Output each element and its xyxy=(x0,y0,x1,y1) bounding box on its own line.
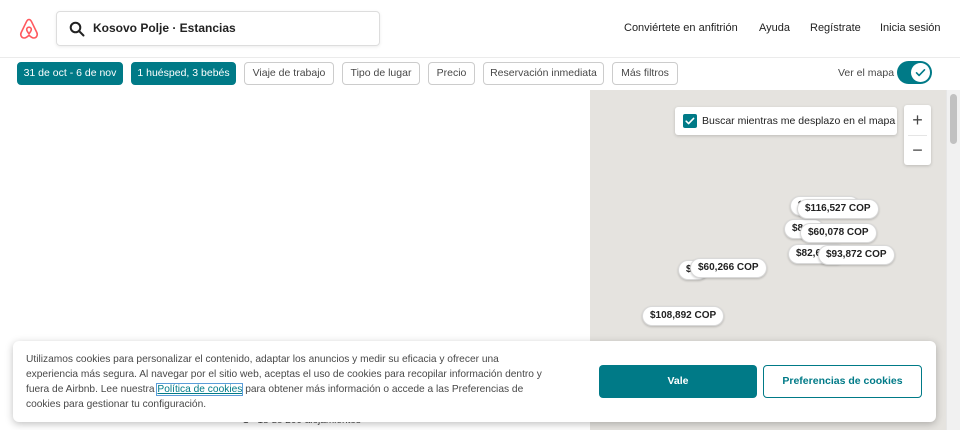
airbnb-logo-icon[interactable] xyxy=(17,17,41,41)
price-pin[interactable]: $60,266 COP xyxy=(690,258,767,278)
search-icon xyxy=(69,21,85,37)
search-as-move-checkbox[interactable] xyxy=(683,114,697,128)
cookie-banner: Utilizamos cookies para personalizar el … xyxy=(13,341,936,422)
accept-cookies-button[interactable]: Vale xyxy=(599,365,757,398)
show-map-toggle[interactable] xyxy=(897,61,932,84)
toggle-knob xyxy=(911,63,930,82)
price-filter-button[interactable]: Precio xyxy=(428,62,475,85)
show-map-label: Ver el mapa xyxy=(838,67,895,79)
price-pin[interactable]: $93,872 COP xyxy=(818,245,895,265)
map-zoom-controls: + − xyxy=(904,105,931,165)
cookie-message: Utilizamos cookies para personalizar el … xyxy=(26,352,551,412)
search-as-move-label: Buscar mientras me desplazo en el mapa xyxy=(702,115,896,127)
more-filters-button[interactable]: Más filtros xyxy=(612,62,678,85)
checkmark-icon xyxy=(915,69,926,77)
search-as-map-moves-control[interactable]: Buscar mientras me desplazo en el mapa xyxy=(675,107,897,135)
filter-bar: 31 de oct - 6 de nov 1 huésped, 3 bebés … xyxy=(0,58,960,90)
place-type-filter-button[interactable]: Tipo de lugar xyxy=(342,62,420,85)
cookie-policy-link[interactable]: Política de cookies xyxy=(156,383,244,396)
zoom-in-button[interactable]: + xyxy=(904,105,931,135)
work-trip-filter-button[interactable]: Viaje de trabajo xyxy=(244,62,334,85)
cookie-preferences-button[interactable]: Preferencias de cookies xyxy=(763,365,922,398)
search-text: Kosovo Polje · Estancias xyxy=(93,21,236,35)
location-search-input[interactable]: Kosovo Polje · Estancias xyxy=(56,11,380,46)
top-header: Kosovo Polje · Estancias Conviértete en … xyxy=(0,0,960,58)
price-pin[interactable]: $108,892 COP xyxy=(642,306,725,326)
page-scrollbar[interactable] xyxy=(946,90,960,430)
price-pin[interactable]: $60,078 COP xyxy=(800,223,877,243)
price-pin[interactable]: $116,527 COP xyxy=(797,199,879,219)
instant-book-filter-button[interactable]: Reservación inmediata xyxy=(483,62,604,85)
checkmark-icon xyxy=(685,117,695,125)
nav-signup[interactable]: Regístrate xyxy=(810,22,861,34)
zoom-out-button[interactable]: − xyxy=(904,135,931,165)
nav-help[interactable]: Ayuda xyxy=(759,22,790,34)
scrollbar-thumb[interactable] xyxy=(950,94,957,144)
guests-filter-button[interactable]: 1 huésped, 3 bebés xyxy=(131,62,236,85)
dates-filter-button[interactable]: 31 de oct - 6 de nov xyxy=(17,62,123,85)
nav-become-host[interactable]: Conviértete en anfitrión xyxy=(624,22,738,34)
nav-login[interactable]: Inicia sesión xyxy=(880,22,941,34)
